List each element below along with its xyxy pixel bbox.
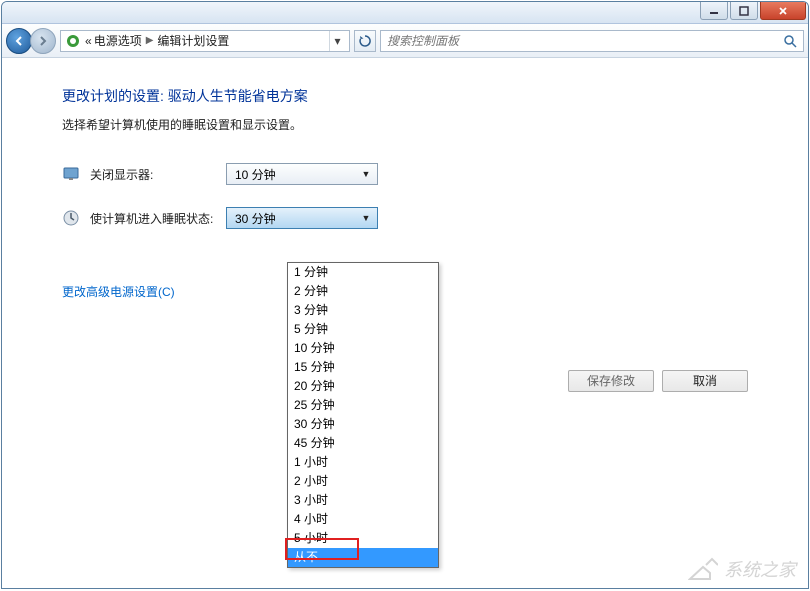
sleep-icon [62,209,80,227]
page-description: 选择希望计算机使用的睡眠设置和显示设置。 [62,116,748,133]
sleep-label: 使计算机进入睡眠状态: [90,210,226,227]
refresh-icon [359,35,371,47]
button-row: 保存修改 取消 [568,370,748,392]
forward-button[interactable] [30,28,56,54]
breadcrumb-separator-icon: ▶ [146,35,154,46]
dropdown-option[interactable]: 2 分钟 [288,282,438,301]
power-plan-icon [65,33,81,49]
display-off-combo[interactable]: 10 分钟 ▼ [226,163,378,185]
dropdown-option[interactable]: 5 小时 [288,529,438,548]
chevron-down-icon: ▼ [359,169,373,179]
search-box[interactable] [380,30,804,52]
dropdown-option[interactable]: 10 分钟 [288,339,438,358]
dropdown-option[interactable]: 4 小时 [288,510,438,529]
dropdown-option[interactable]: 2 小时 [288,472,438,491]
titlebar [2,2,808,24]
setting-turn-off-display: 关闭显示器: 10 分钟 ▼ [62,163,748,185]
dropdown-option[interactable]: 45 分钟 [288,434,438,453]
dropdown-option[interactable]: 3 小时 [288,491,438,510]
back-button[interactable] [6,28,32,54]
display-off-value: 10 分钟 [235,166,276,183]
address-bar[interactable]: « 电源选项 ▶ 编辑计划设置 ▾ [60,30,350,52]
sleep-combo[interactable]: 30 分钟 ▼ [226,207,378,229]
sleep-dropdown-list[interactable]: 1 分钟2 分钟3 分钟5 分钟10 分钟15 分钟20 分钟25 分钟30 分… [287,262,439,568]
display-off-label: 关闭显示器: [90,166,226,183]
content-area: 更改计划的设置: 驱动人生节能省电方案 选择希望计算机使用的睡眠设置和显示设置。… [2,58,808,588]
page-title: 更改计划的设置: 驱动人生节能省电方案 [62,86,748,106]
navbar: « 电源选项 ▶ 编辑计划设置 ▾ [2,24,808,58]
dropdown-option[interactable]: 3 分钟 [288,301,438,320]
close-button[interactable] [760,2,806,20]
dropdown-option[interactable]: 20 分钟 [288,377,438,396]
watermark-text: 系统之家 [724,556,796,582]
watermark: 系统之家 [688,556,796,582]
setting-sleep: 使计算机进入睡眠状态: 30 分钟 ▼ [62,207,748,229]
sleep-value: 30 分钟 [235,210,276,227]
watermark-icon [688,557,718,581]
advanced-power-settings-link[interactable]: 更改高级电源设置(C) [62,283,175,300]
breadcrumb-level1[interactable]: 电源选项 [94,32,142,49]
breadcrumb-prefix: « [85,34,92,48]
chevron-down-icon: ▼ [359,213,373,223]
minimize-button[interactable] [700,2,728,20]
dropdown-option[interactable]: 30 分钟 [288,415,438,434]
refresh-button[interactable] [354,30,376,52]
display-icon [62,165,80,183]
titlebar-buttons [700,2,808,23]
save-button[interactable]: 保存修改 [568,370,654,392]
dropdown-option[interactable]: 从不 [288,548,438,567]
window-frame: « 电源选项 ▶ 编辑计划设置 ▾ 更改计划的设置: 驱动人生节能省电方案 选择… [1,1,809,589]
dropdown-option[interactable]: 1 小时 [288,453,438,472]
address-dropdown-icon[interactable]: ▾ [329,31,345,51]
search-icon[interactable] [783,34,797,48]
dropdown-option[interactable]: 15 分钟 [288,358,438,377]
dropdown-option[interactable]: 1 分钟 [288,263,438,282]
maximize-button[interactable] [730,2,758,20]
breadcrumb-level2[interactable]: 编辑计划设置 [157,32,229,49]
cancel-button[interactable]: 取消 [662,370,748,392]
nav-back-forward [6,28,56,54]
dropdown-option[interactable]: 25 分钟 [288,396,438,415]
search-input[interactable] [387,34,783,48]
dropdown-option[interactable]: 5 分钟 [288,320,438,339]
